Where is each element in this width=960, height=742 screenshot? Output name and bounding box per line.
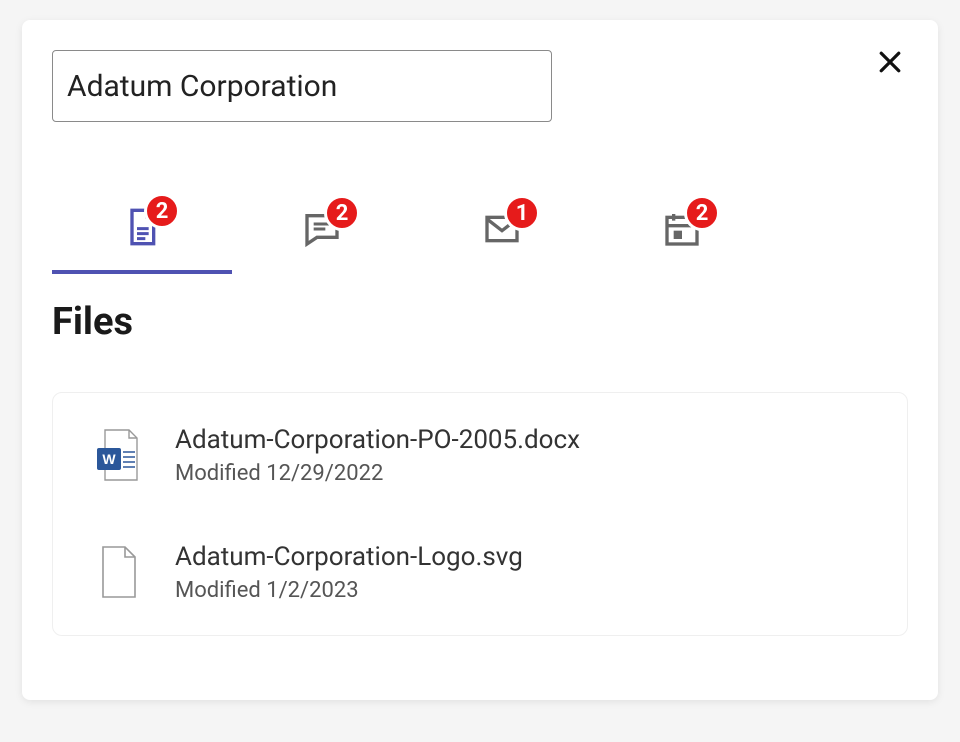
close-button[interactable] bbox=[872, 46, 908, 82]
file-name: Adatum-Corporation-PO-2005.docx bbox=[175, 425, 580, 455]
mail-icon: 1 bbox=[482, 209, 522, 249]
search-results-panel: 2 2 1 2 Files bbox=[22, 20, 938, 700]
badge-mail: 1 bbox=[504, 195, 540, 231]
tab-mail[interactable]: 1 bbox=[412, 184, 592, 274]
badge-chats: 2 bbox=[324, 195, 360, 231]
list-item[interactable]: Adatum-Corporation-Logo.svg Modified 1/2… bbox=[53, 528, 907, 617]
file-icon: 2 bbox=[122, 207, 162, 247]
close-icon bbox=[875, 47, 905, 81]
search-input[interactable] bbox=[52, 50, 552, 122]
word-file-icon: W bbox=[93, 428, 141, 484]
svg-text:W: W bbox=[102, 451, 116, 467]
results-list: W Adatum-Corporation-PO-2005.docx Modifi… bbox=[52, 392, 908, 636]
section-title: Files bbox=[52, 300, 908, 344]
chat-icon: 2 bbox=[302, 209, 342, 249]
tabs: 2 2 1 2 bbox=[52, 184, 908, 274]
file-meta: Adatum-Corporation-Logo.svg Modified 1/2… bbox=[175, 542, 523, 603]
tab-chats[interactable]: 2 bbox=[232, 184, 412, 274]
file-modified: Modified 12/29/2022 bbox=[175, 461, 580, 486]
file-meta: Adatum-Corporation-PO-2005.docx Modified… bbox=[175, 425, 580, 486]
file-modified: Modified 1/2/2023 bbox=[175, 578, 523, 603]
calendar-icon: 2 bbox=[662, 209, 702, 249]
tab-calendar[interactable]: 2 bbox=[592, 184, 772, 274]
file-name: Adatum-Corporation-Logo.svg bbox=[175, 542, 523, 572]
tab-files[interactable]: 2 bbox=[52, 184, 232, 274]
badge-files: 2 bbox=[144, 193, 180, 229]
badge-calendar: 2 bbox=[684, 195, 720, 231]
generic-file-icon bbox=[93, 545, 141, 601]
list-item[interactable]: W Adatum-Corporation-PO-2005.docx Modifi… bbox=[53, 411, 907, 500]
